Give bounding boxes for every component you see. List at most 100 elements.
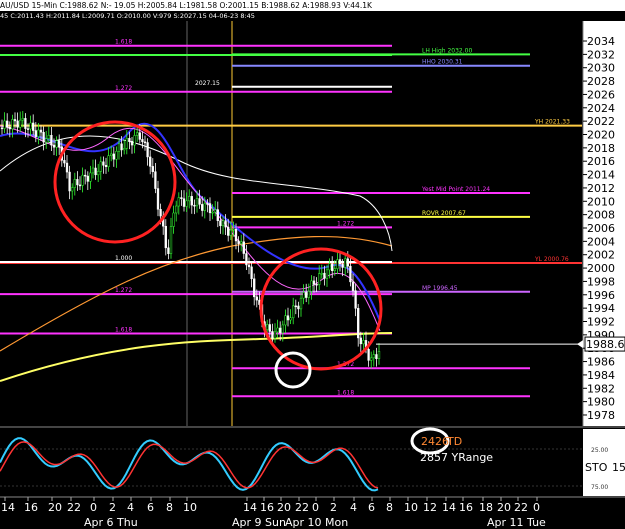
candle-body <box>138 132 141 140</box>
ma-curve-pink <box>0 125 381 332</box>
bar-info: 45 C:2011.43 H:2011.84 L:2009.71 O:2010.… <box>0 11 625 21</box>
y-tick-label: 1994 <box>587 302 615 315</box>
candle-body <box>349 265 352 283</box>
candle-body <box>193 204 196 207</box>
candle-body <box>214 209 217 213</box>
x-tick-label: 6 <box>147 501 154 514</box>
x-tick-label: 22 <box>514 501 528 514</box>
x-tick-label: 2 <box>109 501 116 514</box>
day-label: Apr 11 Tue <box>487 516 546 529</box>
level-label: 1.618 <box>337 389 354 396</box>
candles <box>0 110 381 369</box>
y-tick-label: 2012 <box>587 182 615 195</box>
candle-body <box>266 324 269 330</box>
candle-body <box>302 292 305 299</box>
candle-body <box>97 171 100 176</box>
candle-body <box>333 268 336 271</box>
candle-body <box>245 253 248 266</box>
x-tick-label: 14 <box>1 501 15 514</box>
stochastic-level-label: 75.00 <box>591 484 608 491</box>
candle-body <box>247 264 251 268</box>
candle-body <box>227 226 230 236</box>
candle-body <box>271 331 274 339</box>
candle-body <box>206 203 209 205</box>
x-tick-label: 14 <box>243 501 257 514</box>
x-tick-label: 12 <box>423 501 437 514</box>
price-chart[interactable]: 1978198019821984198619881990199219941996… <box>0 21 625 529</box>
level-label: YL 2000.76 <box>534 256 569 263</box>
candle-body <box>143 141 147 144</box>
candle-body <box>338 259 342 265</box>
x-tick-label: 16 <box>260 501 274 514</box>
ma-curve-yellow <box>0 332 393 382</box>
candle-body <box>50 135 53 146</box>
candle-body <box>351 281 355 291</box>
y-tick-label: 2004 <box>587 235 615 248</box>
candle-body <box>234 229 238 242</box>
candle-body <box>310 280 313 292</box>
candle-body <box>55 140 58 148</box>
x-tick-label: 4 <box>127 501 134 514</box>
low-value: L:1981.58 <box>179 1 218 10</box>
level-label: MP 1996.45 <box>422 285 458 292</box>
y-tick-label: 2000 <box>587 262 615 275</box>
candle-body <box>188 196 191 202</box>
candle-body <box>16 120 19 128</box>
x-tick-label: 14 <box>442 501 456 514</box>
y-tick-label: 1980 <box>587 396 615 409</box>
level-label: 1.618 <box>115 39 132 46</box>
y-tick-label: 2008 <box>587 209 615 222</box>
x-tick-label: 4 <box>350 501 357 514</box>
candle-body <box>190 196 193 206</box>
candle-body <box>164 225 167 249</box>
candle-body <box>110 153 113 156</box>
candle-body <box>3 120 6 129</box>
candle-body <box>242 241 245 254</box>
stochastic-period: 15 <box>612 461 625 474</box>
candle-body <box>84 174 87 177</box>
y-tick-label: 2022 <box>587 115 615 128</box>
candle-body <box>289 317 292 321</box>
candle-body <box>73 179 76 188</box>
candle-body <box>172 212 175 227</box>
candle-body <box>141 139 144 143</box>
candle-body <box>117 143 121 152</box>
stochastic-level-label: 25.00 <box>591 447 608 454</box>
y-tick-label: 1984 <box>587 369 615 382</box>
x-tick-label: 10 <box>404 501 418 514</box>
y-tick-label: 2016 <box>587 155 615 168</box>
candle-body <box>375 354 378 359</box>
candle-body <box>286 315 290 321</box>
y-tick-label: 2030 <box>587 62 615 75</box>
y-tick-label: 2020 <box>587 129 615 142</box>
candle-body <box>156 188 160 210</box>
day-label: Apr 6 Thu <box>84 516 138 529</box>
candle-body <box>341 263 344 268</box>
candle-body <box>24 118 27 129</box>
candle-body <box>219 220 222 227</box>
candle-body <box>89 172 92 182</box>
candle-body <box>372 354 375 359</box>
candle-body <box>37 129 40 137</box>
level-label: 1.618 <box>115 327 132 334</box>
timeframe: 15-Min <box>31 1 58 10</box>
x-tick-label: 0 <box>312 501 319 514</box>
candle-body <box>81 174 84 186</box>
y-tick-label: 2010 <box>587 195 615 208</box>
level-label: 1.000 <box>115 255 132 262</box>
candle-body <box>292 305 295 319</box>
y-tick-label: 2014 <box>587 169 615 182</box>
y-tick-label: 2026 <box>587 88 615 101</box>
x-tick-label: 0 <box>533 501 540 514</box>
candle-body <box>120 143 123 151</box>
candle-body <box>128 138 131 142</box>
candle-body <box>71 187 74 192</box>
y-tick-label: 1992 <box>587 315 615 328</box>
y-tick-label: 1996 <box>587 289 615 302</box>
white-circle-annotation <box>274 351 312 389</box>
candle-body <box>359 337 362 345</box>
candle-body <box>169 226 173 254</box>
x-tick-label: 0 <box>90 501 97 514</box>
candle-body <box>32 122 35 131</box>
candle-body <box>177 197 180 207</box>
